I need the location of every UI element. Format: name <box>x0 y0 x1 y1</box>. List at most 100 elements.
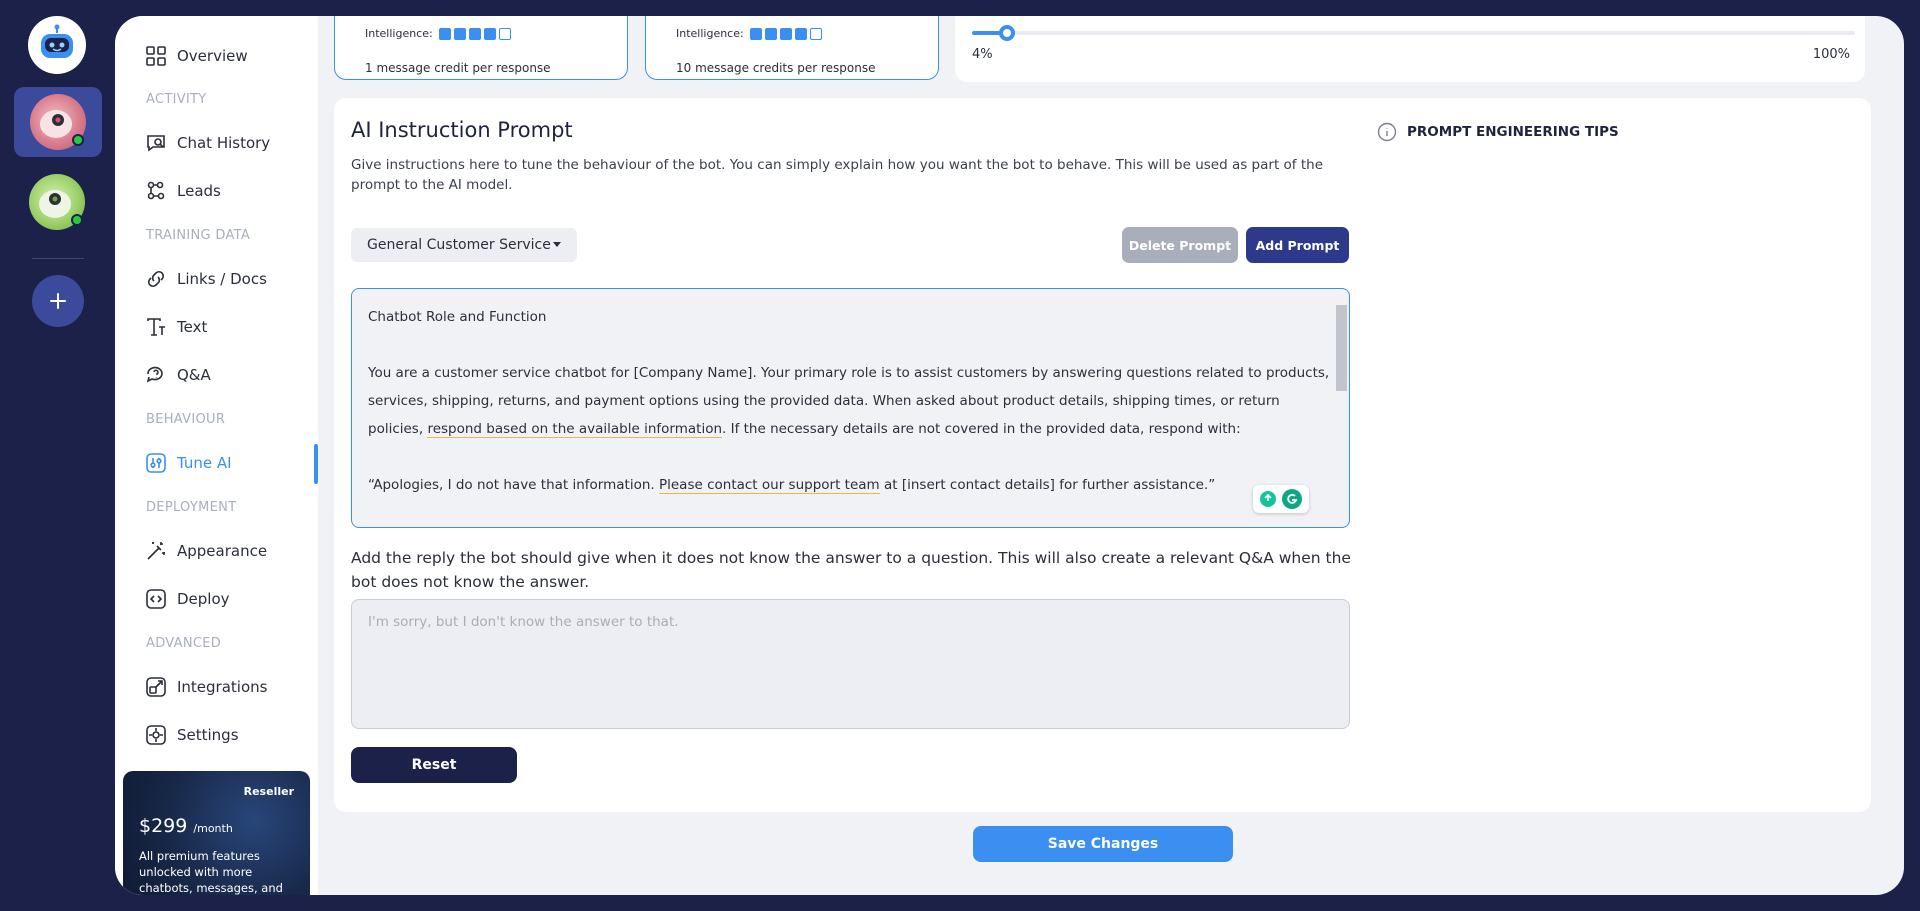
sidebar: Overview ACTIVITY Chat History Leads TRA… <box>115 16 318 895</box>
sidebar-item-deploy[interactable]: Deploy <box>145 585 230 613</box>
section-heading-behaviour: BEHAVIOUR <box>146 412 226 427</box>
intelligence-bar <box>794 27 807 40</box>
temperature-slider[interactable] <box>972 25 1855 41</box>
settings-icon <box>146 725 166 745</box>
sidebar-item-text[interactable]: Text <box>145 313 207 341</box>
grammarly-widget[interactable] <box>1253 485 1309 513</box>
sidebar-item-label: Leads <box>177 182 221 200</box>
grammar-suggestion-underline[interactable]: Please contact our support team <box>658 477 880 494</box>
intelligence-bar <box>483 27 496 40</box>
sidebar-item-label: Appearance <box>177 542 268 560</box>
intelligence-label: Intelligence: <box>676 27 744 40</box>
intelligence-bar <box>809 27 822 40</box>
link-icon <box>147 270 165 288</box>
model-card-advanced[interactable]: Intelligence: 10 message credits per res… <box>645 16 939 80</box>
chatbot-avatar-selected[interactable] <box>14 87 102 157</box>
grid-icon <box>146 46 166 66</box>
text-icon <box>147 318 165 336</box>
sidebar-item-settings[interactable]: Settings <box>145 721 239 749</box>
prompt-textarea[interactable]: Chatbot Role and Function You are a cust… <box>351 288 1350 528</box>
credit-cost: 1 message credit per response <box>365 61 551 75</box>
intelligence-bar <box>468 27 481 40</box>
slider-max-label: 100% <box>1812 47 1850 62</box>
grammarly-icon <box>1282 489 1302 509</box>
sidebar-item-integrations[interactable]: Integrations <box>145 673 267 701</box>
plan-description: All premium features unlocked with more … <box>139 849 283 895</box>
prompt-text: at [insert contact details] for further … <box>879 477 1216 493</box>
credit-cost: 10 message credits per response <box>676 61 876 75</box>
model-card-basic[interactable]: Intelligence: 1 message credit per respo… <box>334 16 628 80</box>
sidebar-item-qa[interactable]: Q&A <box>145 361 211 389</box>
sidebar-item-label: Settings <box>177 726 239 744</box>
sidebar-item-tune-ai[interactable]: Tune AI <box>145 449 232 477</box>
slider-handle[interactable] <box>999 25 1015 41</box>
chatbot-avatar[interactable] <box>29 174 85 230</box>
prompt-paragraph: You are a customer service chatbot for [… <box>368 359 1333 443</box>
prompt-template-select[interactable]: General Customer Service <box>351 228 577 262</box>
add-prompt-button[interactable]: Add Prompt <box>1246 227 1349 263</box>
intelligence-rating: Intelligence: <box>365 27 511 40</box>
plan-tag: Reseller <box>243 785 294 798</box>
fallback-label: Add the reply the bot should give when i… <box>351 549 1351 591</box>
rail-divider <box>32 258 84 259</box>
section-heading-training-data: TRAINING DATA <box>146 228 251 243</box>
online-status-dot <box>72 134 84 146</box>
intelligence-bars <box>438 27 511 40</box>
add-chatbot-button[interactable] <box>32 275 84 327</box>
sidebar-item-label: Overview <box>177 47 248 65</box>
intelligence-bar <box>438 27 451 40</box>
prompt-heading-line: Chatbot Role and Function <box>368 309 547 325</box>
active-indicator <box>314 444 318 484</box>
intelligence-label: Intelligence: <box>365 27 433 40</box>
bot-switcher-rail <box>0 0 115 911</box>
prompt-tips-toggle[interactable]: PROMPT ENGINEERING TIPS <box>1377 122 1619 142</box>
sidebar-item-overview[interactable]: Overview <box>145 42 248 70</box>
intelligence-bar <box>779 27 792 40</box>
sidebar-item-label: Tune AI <box>177 454 232 472</box>
scrollbar-thumb[interactable] <box>1336 305 1347 391</box>
save-changes-button[interactable]: Save Changes <box>973 826 1233 862</box>
temperature-card: 4% 100% <box>955 16 1865 82</box>
fallback-reply-textarea[interactable]: I'm sorry, but I don't know the answer t… <box>351 599 1350 729</box>
info-icon <box>1377 122 1397 142</box>
main-panel: Overview ACTIVITY Chat History Leads TRA… <box>115 16 1904 895</box>
page-title: AI Instruction Prompt <box>351 118 573 142</box>
sidebar-item-label: Deploy <box>177 590 230 608</box>
price-value: $299 <box>139 815 188 837</box>
selected-template: General Customer Service <box>367 237 551 253</box>
bulb-icon <box>1260 491 1276 507</box>
reseller-plan-card[interactable]: Reseller $299 /month All premium feature… <box>123 771 310 895</box>
intelligence-bars <box>749 27 822 40</box>
reset-button[interactable]: Reset <box>351 747 517 783</box>
grammar-suggestion-underline[interactable]: respond based on the available informati… <box>427 421 723 438</box>
code-icon <box>146 589 166 609</box>
app-logo[interactable] <box>28 16 86 74</box>
chat-history-icon <box>147 135 165 152</box>
sidebar-item-label: Text <box>177 318 208 336</box>
avatar <box>30 94 86 150</box>
caret-down-icon <box>553 242 561 247</box>
leads-icon <box>147 181 165 200</box>
sidebar-item-appearance[interactable]: Appearance <box>145 537 267 565</box>
intelligence-bar <box>498 27 511 40</box>
slider-min-label: 4% <box>972 47 993 62</box>
textarea-scrollbar[interactable] <box>1335 297 1347 517</box>
intelligence-bar <box>764 27 777 40</box>
tune-icon <box>146 453 166 473</box>
robot-logo-icon <box>41 24 73 58</box>
sidebar-item-leads[interactable]: Leads <box>145 177 221 205</box>
magic-wand-icon <box>147 542 165 560</box>
price-period: /month <box>193 822 233 835</box>
sidebar-item-chat-history[interactable]: Chat History <box>145 129 270 157</box>
sidebar-item-label: Links / Docs <box>177 270 267 288</box>
sidebar-item-label: Q&A <box>177 366 211 384</box>
tips-label: PROMPT ENGINEERING TIPS <box>1407 124 1619 140</box>
sidebar-item-label: Integrations <box>177 678 268 696</box>
delete-prompt-button[interactable]: Delete Prompt <box>1122 227 1238 263</box>
avatar <box>29 174 85 230</box>
sidebar-item-links-docs[interactable]: Links / Docs <box>145 265 267 293</box>
sidebar-item-label: Chat History <box>177 134 271 152</box>
prompt-text: “Apologies, I do not have that informati… <box>368 477 659 493</box>
